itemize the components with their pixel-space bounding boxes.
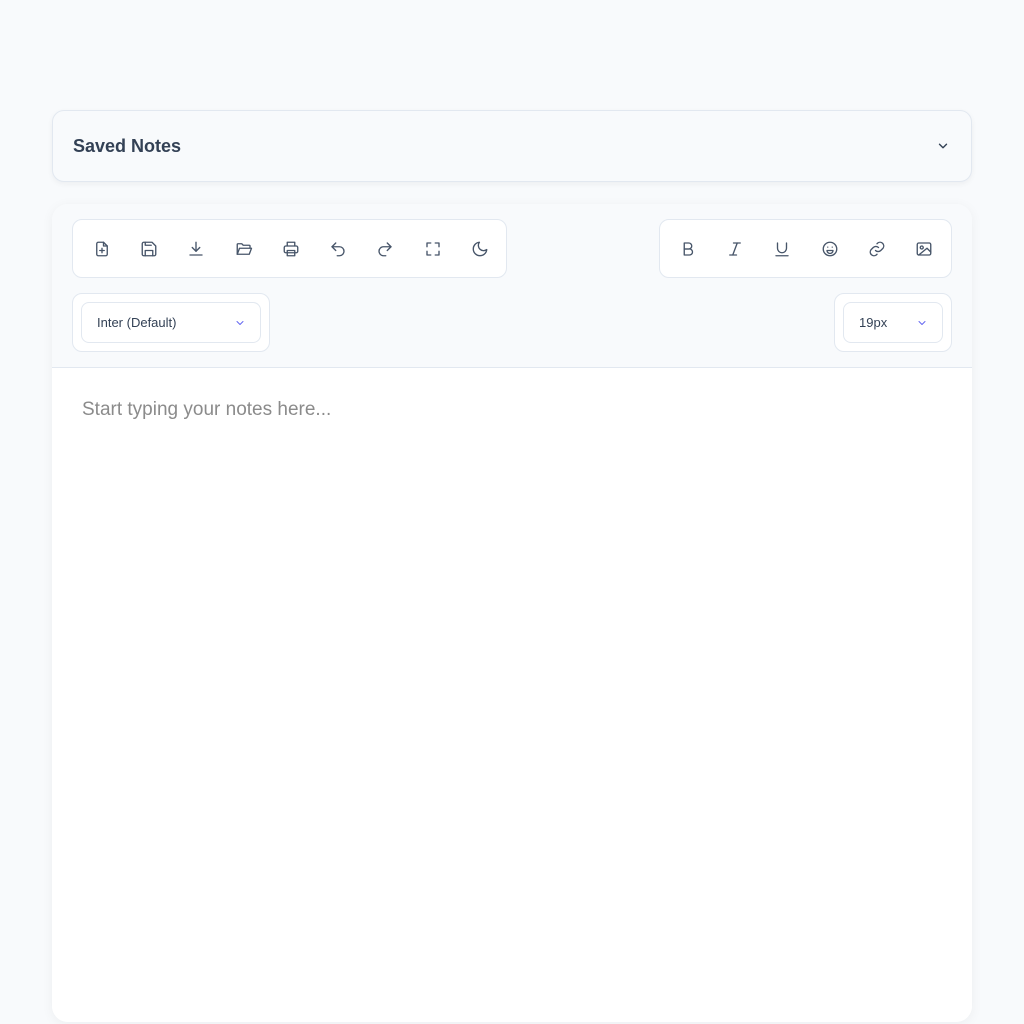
redo-icon xyxy=(378,241,393,256)
font-size-select[interactable]: 19px xyxy=(843,302,943,343)
redo-button[interactable] xyxy=(362,227,409,271)
font-family-group: Inter (Default) xyxy=(72,293,270,352)
image-button[interactable] xyxy=(900,227,947,271)
printer-icon xyxy=(283,241,299,256)
chevron-down-icon[interactable] xyxy=(935,138,951,154)
folder-open-icon xyxy=(236,242,252,255)
undo-icon xyxy=(331,241,345,256)
fullscreen-button[interactable] xyxy=(409,227,456,271)
format-toolbar xyxy=(659,219,952,278)
bold-button[interactable] xyxy=(664,227,711,271)
floppy-disk-icon xyxy=(141,241,157,256)
saved-notes-title: Saved Notes xyxy=(73,135,182,156)
notes-textarea[interactable] xyxy=(52,368,972,1022)
print-button[interactable] xyxy=(267,227,314,271)
moon-icon xyxy=(472,241,488,256)
italic-icon xyxy=(729,241,741,256)
chevron-down-icon xyxy=(236,320,244,325)
font-family-value: Inter (Default) xyxy=(97,315,177,330)
link-button[interactable] xyxy=(853,227,900,271)
file-plus-icon xyxy=(95,241,108,256)
font-size-group: 19px xyxy=(834,293,952,352)
emoji-button[interactable] xyxy=(806,227,853,271)
save-button[interactable] xyxy=(125,227,172,271)
new-note-button[interactable] xyxy=(78,227,125,271)
toolbar-area: Inter (Default) 19px xyxy=(52,204,972,368)
font-family-select[interactable]: Inter (Default) xyxy=(81,302,261,343)
link-icon xyxy=(869,241,885,256)
image-icon xyxy=(916,241,932,256)
smiley-icon xyxy=(822,241,837,256)
underline-button[interactable] xyxy=(759,227,806,271)
font-size-value: 19px xyxy=(859,315,888,330)
download-button[interactable] xyxy=(173,227,220,271)
chevron-down-icon xyxy=(918,320,926,325)
italic-button[interactable] xyxy=(711,227,758,271)
editor-card: Inter (Default) 19px xyxy=(52,204,972,1022)
file-toolbar xyxy=(72,219,507,278)
underline-icon xyxy=(775,241,789,256)
dark-mode-button[interactable] xyxy=(456,227,503,271)
download-icon xyxy=(189,241,203,256)
saved-notes-header[interactable]: Saved Notes xyxy=(52,110,972,182)
expand-icon xyxy=(426,241,440,256)
open-button[interactable] xyxy=(220,227,267,271)
bold-icon xyxy=(683,241,693,256)
undo-button[interactable] xyxy=(314,227,361,271)
